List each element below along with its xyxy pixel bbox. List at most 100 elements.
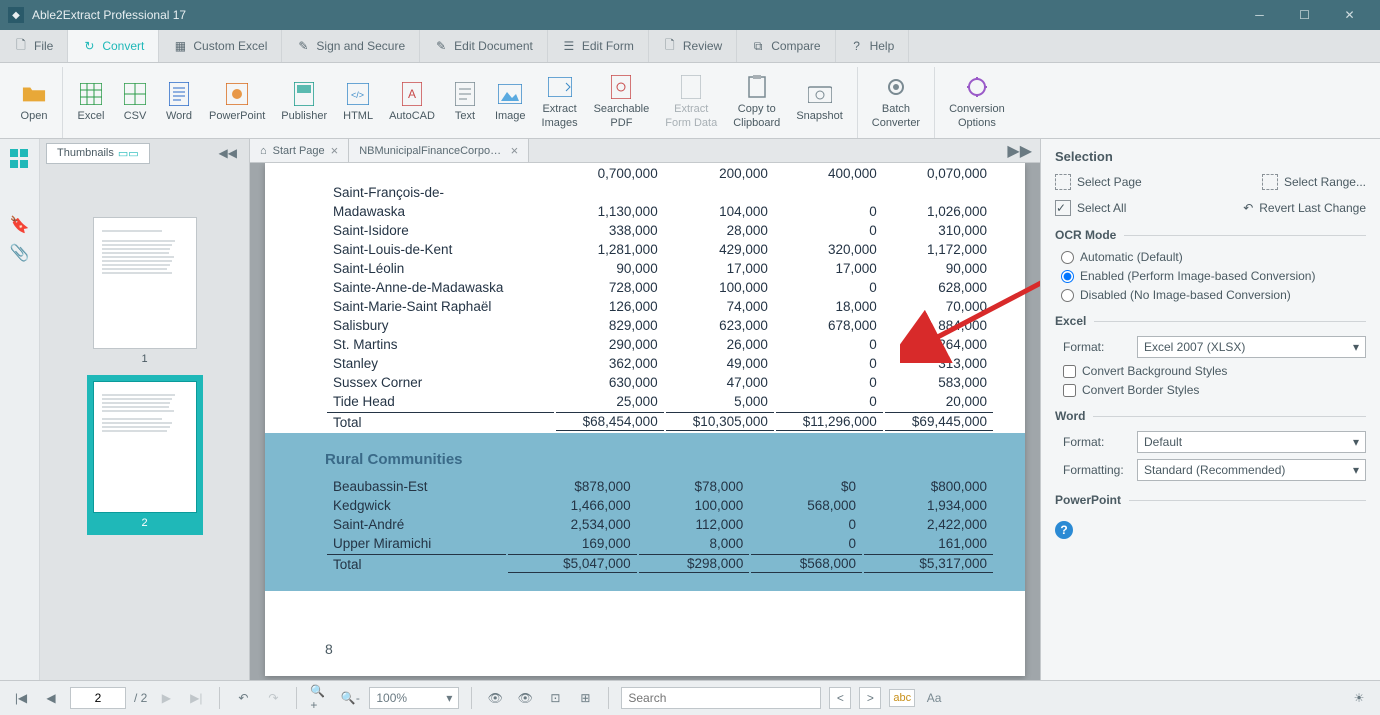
- select-all-button[interactable]: ✓Select All: [1055, 200, 1126, 216]
- collapse-panel-button[interactable]: ◀◀: [213, 144, 243, 162]
- ocr-auto-radio[interactable]: Automatic (Default): [1061, 250, 1366, 264]
- ocr-enabled-radio[interactable]: Enabled (Perform Image-based Conversion): [1061, 269, 1366, 283]
- csv-icon: [123, 82, 147, 106]
- rib-word[interactable]: Word: [157, 67, 201, 138]
- view-mode-2[interactable]: 👁: [514, 687, 536, 709]
- word-format-select[interactable]: Default▾: [1137, 431, 1366, 453]
- attachment-icon[interactable]: 📎: [10, 243, 30, 263]
- excel-format-select[interactable]: Excel 2007 (XLSX)▾: [1137, 336, 1366, 358]
- chevron-down-icon: ▾: [1353, 435, 1359, 449]
- image-icon: [498, 82, 522, 106]
- expand-rightpanel-button[interactable]: ▶▶: [999, 139, 1040, 162]
- redo-button[interactable]: ↷: [262, 687, 284, 709]
- menu-sign-secure[interactable]: ✎Sign and Secure: [282, 30, 420, 62]
- first-page-button[interactable]: |◀: [10, 687, 32, 709]
- rib-extract-form-data: Extract Form Data: [657, 67, 725, 138]
- review-icon: 🗋: [663, 39, 677, 53]
- theme-button[interactable]: ☀: [1348, 687, 1370, 709]
- menu-edit-document[interactable]: ✎Edit Document: [420, 30, 548, 62]
- right-panel: Selection Select Page Select Range... ✓S…: [1040, 139, 1380, 680]
- rib-copy-clipboard[interactable]: Copy to Clipboard: [725, 67, 788, 138]
- rib-publisher[interactable]: Publisher: [273, 67, 335, 138]
- menu-convert[interactable]: ↻Convert: [68, 30, 159, 62]
- file-icon: 🗋: [14, 39, 28, 53]
- app-title: Able2Extract Professional 17: [32, 8, 1237, 22]
- word-icon: [167, 82, 191, 106]
- document-viewport[interactable]: 0,700,000200,000400,0000,070,000Saint-Fr…: [250, 163, 1040, 680]
- menu-custom-excel[interactable]: ▦Custom Excel: [159, 30, 282, 62]
- rib-autocad[interactable]: AAutoCAD: [381, 67, 443, 138]
- form-icon: ☰: [562, 39, 576, 53]
- ocr-disabled-radio[interactable]: Disabled (No Image-based Conversion): [1061, 288, 1366, 302]
- rib-html[interactable]: </>HTML: [335, 67, 381, 138]
- select-range-button[interactable]: Select Range...: [1262, 174, 1366, 190]
- page-input[interactable]: [70, 687, 126, 709]
- status-bar: |◀ ◀ / 2 ▶ ▶| ↶ ↷ 🔍+ 🔍- 100%▾ 👁 👁 ⊡ ⊞ < …: [0, 680, 1380, 715]
- case-toggle[interactable]: Aa: [923, 687, 945, 709]
- tab-start-page[interactable]: ⌂Start Page×: [250, 139, 349, 162]
- thumbnails-tab[interactable]: Thumbnails▭▭: [46, 143, 150, 164]
- help-button[interactable]: ?: [1055, 521, 1073, 539]
- undo-button[interactable]: ↶: [232, 687, 254, 709]
- rib-csv[interactable]: CSV: [113, 67, 157, 138]
- convert-border-checkbox[interactable]: Convert Border Styles: [1063, 383, 1366, 397]
- menu-edit-form[interactable]: ☰Edit Form: [548, 30, 649, 62]
- zoom-out-button[interactable]: 🔍-: [339, 687, 361, 709]
- close-button[interactable]: ✕: [1327, 0, 1372, 30]
- view-mode-4[interactable]: ⊞: [574, 687, 596, 709]
- view-mode-3[interactable]: ⊡: [544, 687, 566, 709]
- menu-file[interactable]: 🗋File: [0, 30, 68, 62]
- word-formatting-select[interactable]: Standard (Recommended)▾: [1137, 459, 1366, 481]
- chevron-down-icon: ▾: [1353, 340, 1359, 354]
- rib-open[interactable]: Open: [12, 67, 56, 138]
- menu-review[interactable]: 🗋Review: [649, 30, 737, 62]
- form-data-icon: [679, 75, 703, 99]
- camera-icon: [808, 82, 832, 106]
- menu-help[interactable]: ?Help: [836, 30, 910, 62]
- edit-icon: ✎: [434, 39, 448, 53]
- rib-extract-images[interactable]: Extract Images: [534, 67, 586, 138]
- extract-images-icon: [548, 75, 572, 99]
- html-icon: </>: [346, 82, 370, 106]
- rib-excel[interactable]: Excel: [69, 67, 113, 138]
- thumbnails-view-button[interactable]: [8, 147, 32, 171]
- zoom-in-button[interactable]: 🔍+: [309, 687, 331, 709]
- rib-powerpoint[interactable]: PowerPoint: [201, 67, 273, 138]
- whole-word-toggle[interactable]: abc: [889, 689, 915, 707]
- convert-bg-checkbox[interactable]: Convert Background Styles: [1063, 364, 1366, 378]
- rib-searchable-pdf[interactable]: Searchable PDF: [586, 67, 658, 138]
- minimize-button[interactable]: ─: [1237, 0, 1282, 30]
- close-tab-icon[interactable]: ×: [331, 143, 339, 158]
- last-page-button[interactable]: ▶|: [185, 687, 207, 709]
- maximize-button[interactable]: ☐: [1282, 0, 1327, 30]
- zoom-select[interactable]: 100%▾: [369, 687, 459, 709]
- bookmark-icon[interactable]: 🔖: [10, 215, 30, 235]
- search-input[interactable]: [621, 687, 821, 709]
- clipboard-icon: [745, 75, 769, 99]
- pen-icon: ✎: [296, 39, 310, 53]
- selected-region: Rural Communities Beaubassin-Est$878,000…: [265, 433, 1025, 591]
- folder-icon: [22, 82, 46, 106]
- close-tab-icon[interactable]: ×: [511, 143, 519, 158]
- svg-text:</>: </>: [351, 90, 364, 100]
- rib-text[interactable]: Text: [443, 67, 487, 138]
- thumbnail-2[interactable]: 2: [87, 375, 203, 535]
- revert-button[interactable]: ↶Revert Last Change: [1243, 200, 1366, 216]
- app-logo: ◆: [8, 7, 24, 23]
- rib-conversion-options[interactable]: Conversion Options: [941, 67, 1013, 138]
- revert-icon: ↶: [1243, 201, 1253, 215]
- rib-image[interactable]: Image: [487, 67, 534, 138]
- text-icon: [453, 82, 477, 106]
- search-prev-button[interactable]: <: [829, 687, 851, 709]
- next-page-button[interactable]: ▶: [155, 687, 177, 709]
- select-page-button[interactable]: Select Page: [1055, 174, 1142, 190]
- rib-batch-converter[interactable]: Batch Converter: [864, 67, 928, 138]
- tab-document[interactable]: NBMunicipalFinanceCorporation...×: [349, 139, 529, 162]
- menu-compare[interactable]: ⧉Compare: [737, 30, 835, 62]
- grid-icon: ▦: [173, 39, 187, 53]
- view-mode-1[interactable]: 👁: [484, 687, 506, 709]
- thumbnail-1[interactable]: 1: [93, 217, 197, 365]
- prev-page-button[interactable]: ◀: [40, 687, 62, 709]
- rib-snapshot[interactable]: Snapshot: [788, 67, 850, 138]
- search-next-button[interactable]: >: [859, 687, 881, 709]
